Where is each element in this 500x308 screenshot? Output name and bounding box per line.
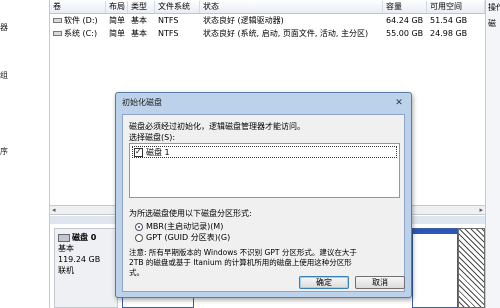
cell-type: 基本 [131,16,147,25]
tree-fragment[interactable]: 器 [0,22,8,33]
list-item[interactable]: 磁盘 1 [132,146,397,158]
table-row[interactable]: 系统 (C:) 简单 基本 NTFS 状态良好 (系统, 启动, 页面文件, 活… [50,28,485,40]
drive-icon [53,18,62,23]
radio-mbr-label: MBR(主启动记录)(M) [146,222,224,231]
gpt-note: 注意: 所有早期版本的 Windows 不识别 GPT 分区形式。建议在大于 2… [129,248,394,278]
scroll-left-icon[interactable]: ◂ [52,206,56,215]
disk-type: 基本 [58,244,74,253]
cell-free-space: 51.54 GB [430,16,468,25]
tree-fragment[interactable]: 组 [0,70,8,81]
partition-block-selected[interactable] [458,228,485,308]
initialize-disk-dialog: 初始化磁盘 ✕ 磁盘必须经过初始化，逻辑磁盘管理器才能访问。 选择磁盘(S): … [115,92,412,298]
partition-block[interactable] [412,228,458,308]
actions-pane: 操作 磁 [485,0,500,308]
cancel-button[interactable]: 取消 [355,276,405,289]
radio-gpt[interactable]: GPT (GUID 分区表)(G) [135,232,230,243]
cell-volume: 系统 (C:) [50,28,106,40]
tree-fragment[interactable]: 序 [0,146,8,157]
column-header-capacity[interactable]: 容量 [383,1,427,13]
cell-capacity: 64.24 GB [386,16,424,25]
cell-volume: 软件 (D:) [50,15,106,27]
note-line: 注意: 所有早期版本的 Windows 不识别 GPT 分区形式。建议在大于 [129,248,357,257]
column-header-layout[interactable]: 布局 [106,1,128,13]
close-icon[interactable]: ✕ [391,96,407,110]
partition-bar [413,229,457,234]
column-header-filesystem[interactable]: 文件系统 [155,1,200,13]
volume-list-header: 卷 布局 类型 文件系统 状态 容量 可用空间 [50,0,485,14]
cell-filesystem: NTFS [158,29,179,38]
disk-icon [58,233,70,242]
disk-status: 联机 [58,266,74,275]
cell-status: 状态良好 (系统, 启动, 页面文件, 活动, 主分区) [203,29,369,38]
actions-item[interactable]: 磁 [488,18,496,29]
actions-title: 操作 [488,3,500,12]
partition-style-label: 为所选磁盘使用以下磁盘分区形式: [129,209,252,218]
cell-layout: 简单 [109,16,125,25]
cell-status: 状态良好 (逻辑驱动器) [203,16,284,25]
note-line: 2TB 的磁盘或基于 Itanium 的计算机所用的磁盘上使用这种分区形 [129,258,352,267]
cell-layout: 简单 [109,29,125,38]
select-disks-label: 选择磁盘(S): [129,133,176,142]
cell-free-space: 24.98 GB [430,29,468,38]
disk-item-label: 磁盘 1 [146,148,170,157]
dialog-body: 磁盘必须经过初始化，逻辑磁盘管理器才能访问。 选择磁盘(S): 磁盘 1 为所选… [122,114,405,292]
column-header-free-space[interactable]: 可用空间 [427,1,485,13]
disk-label[interactable]: 磁盘 0 基本 119.24 GB 联机 [54,228,118,308]
radio-mbr[interactable]: MBR(主启动记录)(M) [135,221,223,232]
cell-filesystem: NTFS [158,16,179,25]
table-row[interactable]: 软件 (D:) 简单 基本 NTFS 状态良好 (逻辑驱动器) 64.24 GB… [50,15,485,27]
column-header-type[interactable]: 类型 [128,1,155,13]
cell-capacity: 55.00 GB [386,29,424,38]
column-header-volume[interactable]: 卷 [50,1,106,13]
disk-listbox[interactable]: 磁盘 1 [129,143,400,198]
cell-type: 基本 [131,29,147,38]
radio-gpt-label: GPT (GUID 分区表)(G) [146,233,231,242]
scroll-right-icon[interactable]: ▸ [479,206,483,215]
drive-icon [53,31,62,36]
dialog-message: 磁盘必须经过初始化，逻辑磁盘管理器才能访问。 [129,122,305,131]
disk-checkbox[interactable] [134,146,143,158]
console-tree: 器 组 序 [0,0,50,308]
dialog-title: 初始化磁盘 [122,98,162,107]
radio-unselected-icon[interactable] [135,233,143,242]
radio-selected-icon[interactable] [135,222,143,231]
disk-size: 119.24 GB [58,255,101,264]
ok-button[interactable]: 确定 [299,276,349,289]
disk-name: 磁盘 0 [72,233,97,242]
column-header-status[interactable]: 状态 [200,1,383,13]
